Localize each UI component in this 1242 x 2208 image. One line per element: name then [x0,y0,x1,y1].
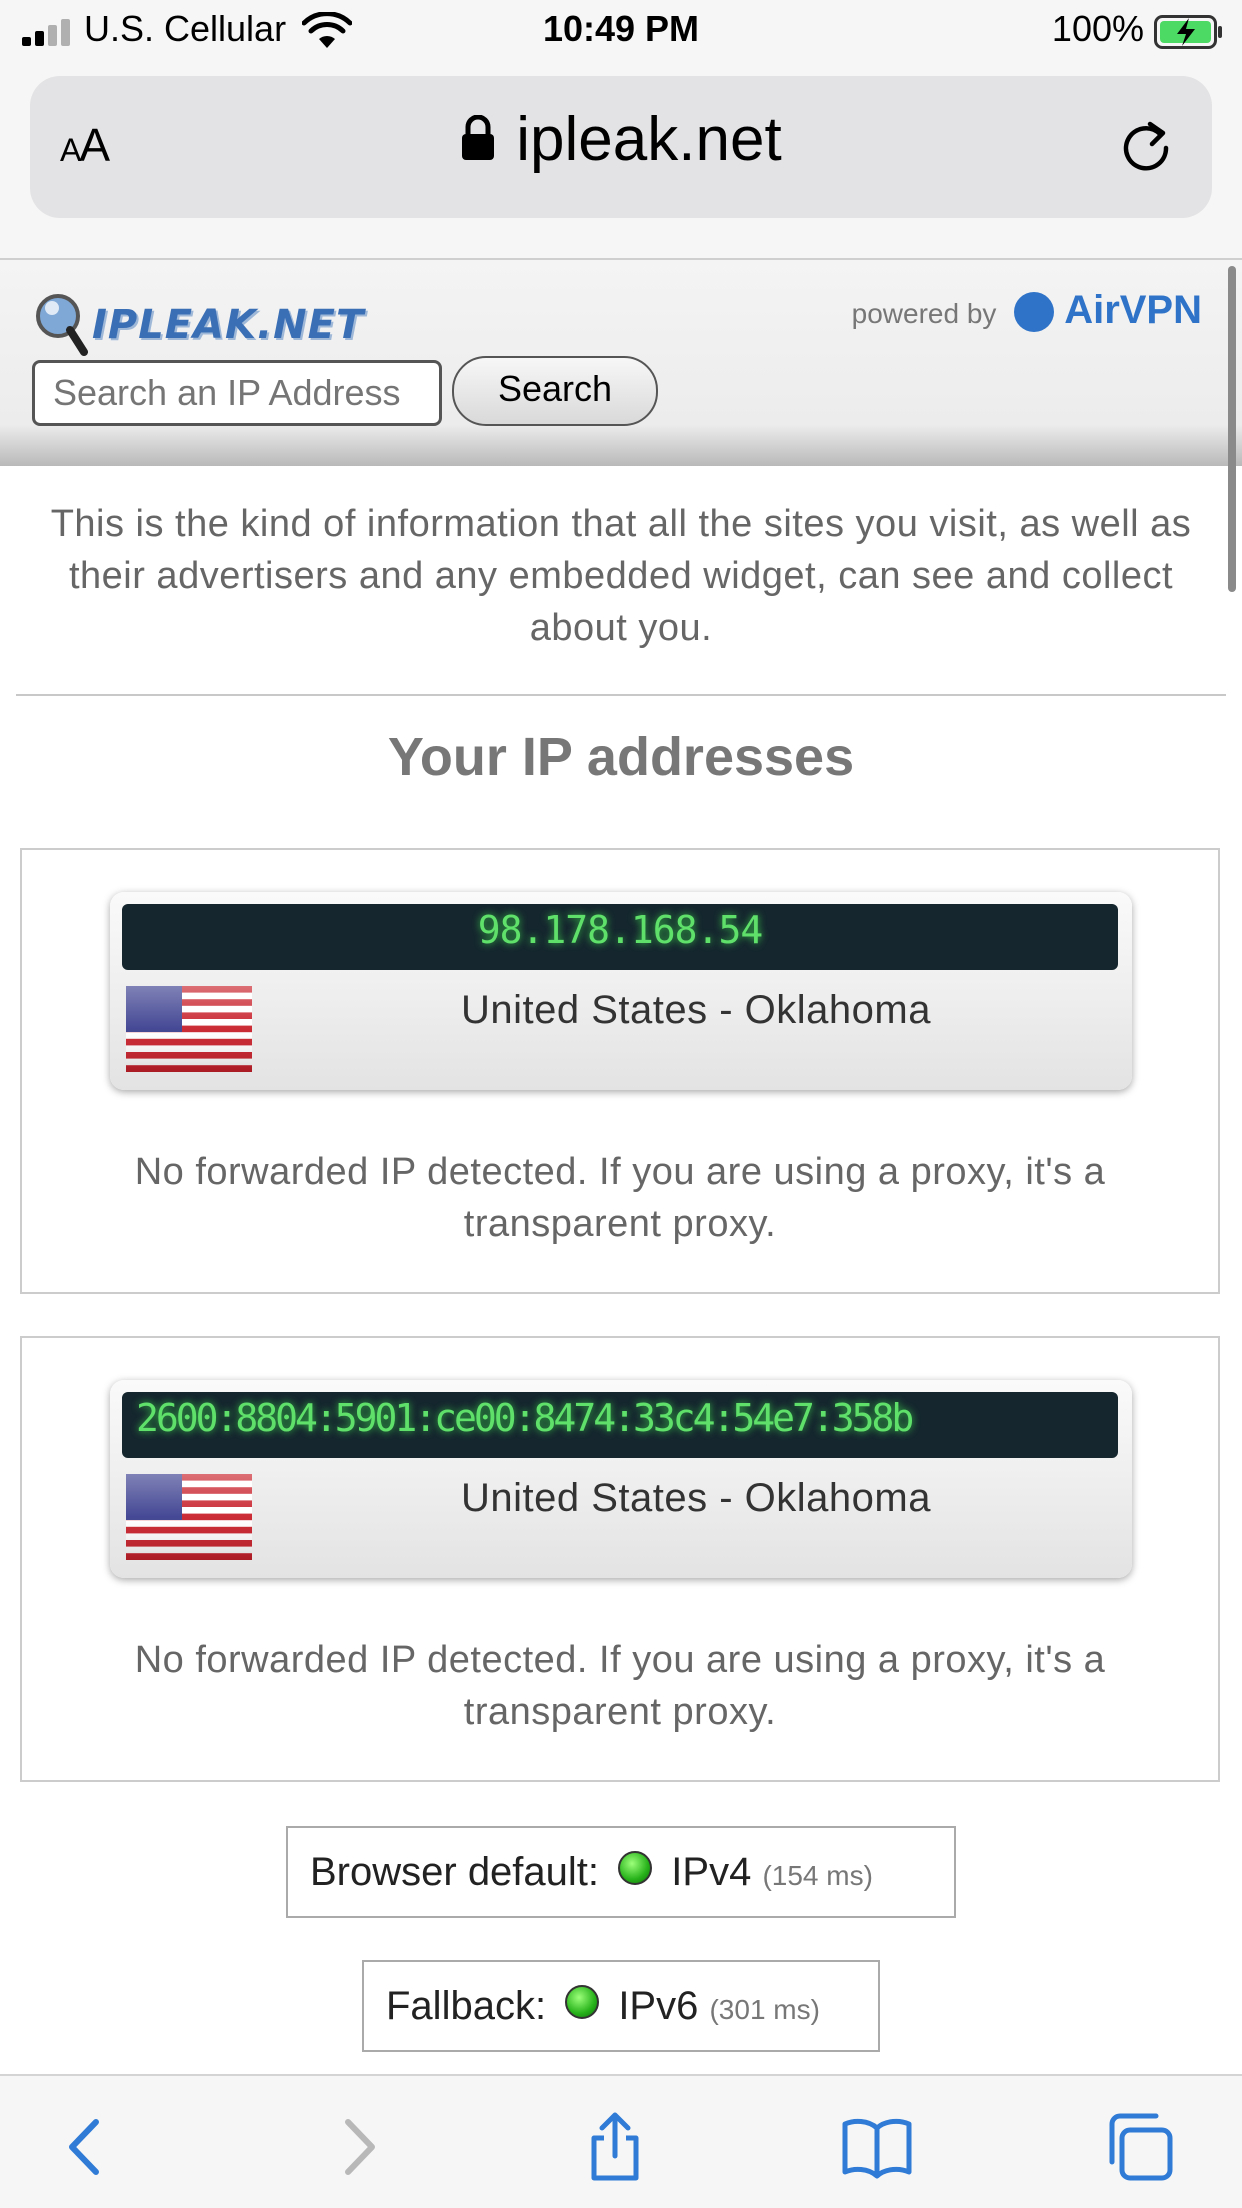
url-text: ipleak.net [516,105,782,174]
ip-card: 98.178.168.54 United States - Oklahoma [110,892,1132,1090]
browser-default-box: Browser default: IPv4 (154 ms) [286,1826,956,1918]
ip-strip: 98.178.168.54 [122,904,1118,970]
ip-address[interactable]: 2600:8804:5901:ce00:8474:33c4:54e7:358b [136,1396,914,1440]
ip-strip: 2600:8804:5901:ce00:8474:33c4:54e7:358b [122,1392,1118,1458]
page-scrollbar[interactable] [1228,266,1236,592]
status-green-dot-icon [618,1851,653,1886]
ip-card: 2600:8804:5901:ce00:8474:33c4:54e7:358b … [110,1380,1132,1578]
intro-text: This is the kind of information that all… [50,503,1192,649]
status-green-dot-icon [565,1985,600,2020]
powered-by[interactable]: powered by AirVPN [852,288,1202,336]
browser-toolbar [0,2074,1242,2208]
ipleak-logo[interactable]: IPLEAK.NET [32,290,365,360]
fallback-latency: (301 ms) [709,1994,820,2025]
ip-address[interactable]: 98.178.168.54 [122,908,1118,952]
powered-by-label: powered by [851,298,997,329]
ip-panel-ipv4: 98.178.168.54 United States - Oklahoma N… [20,848,1220,1294]
browser-default-label: Browser default: [310,1850,600,1894]
us-flag-icon [126,1474,252,1560]
battery-charging-icon [1154,15,1222,49]
ip-location: United States - Oklahoma [461,988,931,1032]
logo-text: IPLEAK.NET [92,302,365,348]
us-flag-icon [126,986,252,1072]
fallback-protocol: IPv6 [618,1984,699,2028]
lock-icon [462,114,495,160]
ip-panel-ipv6: 2600:8804:5901:ce00:8474:33c4:54e7:358b … [20,1336,1220,1782]
reload-icon[interactable] [1116,116,1176,176]
search-button[interactable]: Search [452,356,658,426]
fallback-label: Fallback: [386,1984,547,2028]
viewport: U.S. Cellular 10:49 PM 100% AA ipleak.ne… [0,0,1242,2208]
forwarded-ip-note: No forwarded IP detected. If you are usi… [134,1639,1106,1733]
share-icon[interactable] [580,2112,650,2182]
section-title: Your IP addresses [387,727,855,787]
browser-default-protocol: IPv4 [671,1850,752,1894]
forward-icon[interactable] [322,2112,392,2182]
forwarded-ip-note: No forwarded IP detected. If you are usi… [134,1151,1106,1245]
magnifier-globe-icon [36,294,88,356]
fallback-box: Fallback: IPv6 (301 ms) [362,1960,880,2052]
airvpn-cloud-icon [1014,291,1055,332]
status-bar: U.S. Cellular 10:49 PM 100% [0,0,1242,62]
ip-location: United States - Oklahoma [461,1476,931,1520]
battery-percent: 100% [1051,8,1144,49]
tabs-icon[interactable] [1106,2112,1176,2182]
back-icon[interactable] [52,2112,122,2182]
ip-search-input[interactable] [32,360,442,426]
url-bar[interactable]: AA ipleak.net [30,76,1212,218]
bookmarks-icon[interactable] [842,2112,912,2182]
divider [16,694,1226,696]
airvpn-brand: AirVPN [1064,288,1202,332]
browser-chrome: AA ipleak.net [0,62,1242,260]
site-header: IPLEAK.NET powered by AirVPN Search [0,260,1242,466]
browser-default-latency: (154 ms) [762,1860,873,1891]
url-display[interactable]: ipleak.net [30,104,1212,175]
